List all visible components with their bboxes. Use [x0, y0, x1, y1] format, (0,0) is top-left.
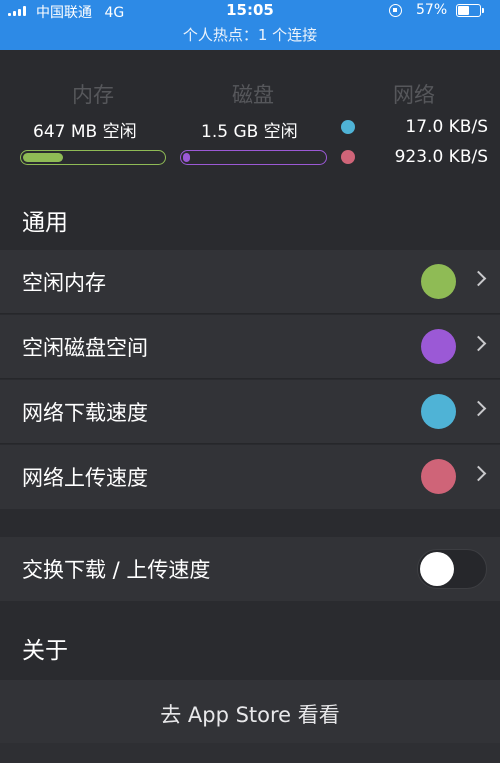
memory-title: 内存 — [72, 83, 114, 107]
hotspot-banner[interactable]: 个人热点：1 个连接 — [0, 24, 500, 45]
row-label: 网络下载速度 — [22, 401, 148, 425]
stats-panel: 内存 磁盘 网络 647 MB 空闲 1.5 GB 空闲 17.0 KB/S 9… — [0, 50, 500, 180]
color-swatch[interactable] — [421, 394, 456, 429]
memory-progress-bar — [20, 150, 166, 165]
disk-title: 磁盘 — [232, 83, 274, 107]
setting-row-upload-speed[interactable]: 网络上传速度 — [0, 445, 500, 509]
row-label: 空闲磁盘空间 — [22, 336, 148, 360]
chevron-right-icon — [470, 335, 487, 352]
disk-progress-bar — [180, 150, 327, 165]
general-section-header: 通用 — [22, 210, 68, 236]
color-swatch[interactable] — [421, 329, 456, 364]
toggle-knob — [420, 552, 454, 586]
swap-speed-row: 交换下载 / 上传速度 — [0, 537, 500, 601]
setting-row-free-memory[interactable]: 空闲内存 — [0, 250, 500, 314]
download-speed-value: 17.0 KB/S — [405, 117, 488, 137]
battery-icon — [456, 4, 481, 17]
row-label: 网络上传速度 — [22, 466, 148, 490]
battery-cap — [482, 8, 484, 13]
battery-level — [458, 6, 470, 15]
battery-percent: 57% — [416, 2, 448, 18]
chevron-right-icon — [470, 465, 487, 482]
setting-row-free-disk[interactable]: 空闲磁盘空间 — [0, 315, 500, 379]
memory-progress-fill — [23, 153, 64, 162]
swap-speed-label: 交换下载 / 上传速度 — [22, 558, 211, 582]
about-section-header: 关于 — [22, 638, 68, 664]
setting-row-download-speed[interactable]: 网络下载速度 — [0, 380, 500, 444]
download-legend-dot — [341, 120, 355, 134]
rotation-lock-icon — [389, 4, 402, 17]
memory-value: 647 MB 空闲 — [33, 122, 137, 142]
row-label: 空闲内存 — [22, 271, 106, 295]
app-store-link[interactable]: 去 App Store 看看 — [0, 699, 500, 729]
swap-speed-toggle[interactable] — [417, 549, 487, 589]
status-bar: 中国联通 4G 15:05 57% 个人热点：1 个连接 — [0, 0, 500, 50]
next-row-edge — [0, 743, 500, 763]
upload-speed-value: 923.0 KB/S — [394, 147, 488, 167]
app-store-row[interactable]: 去 App Store 看看 — [0, 680, 500, 744]
chevron-right-icon — [470, 400, 487, 417]
disk-value: 1.5 GB 空闲 — [201, 122, 298, 142]
color-swatch[interactable] — [421, 264, 456, 299]
color-swatch[interactable] — [421, 459, 456, 494]
upload-legend-dot — [341, 150, 355, 164]
chevron-right-icon — [470, 270, 487, 287]
disk-progress-fill — [183, 153, 190, 162]
network-title: 网络 — [393, 83, 435, 107]
